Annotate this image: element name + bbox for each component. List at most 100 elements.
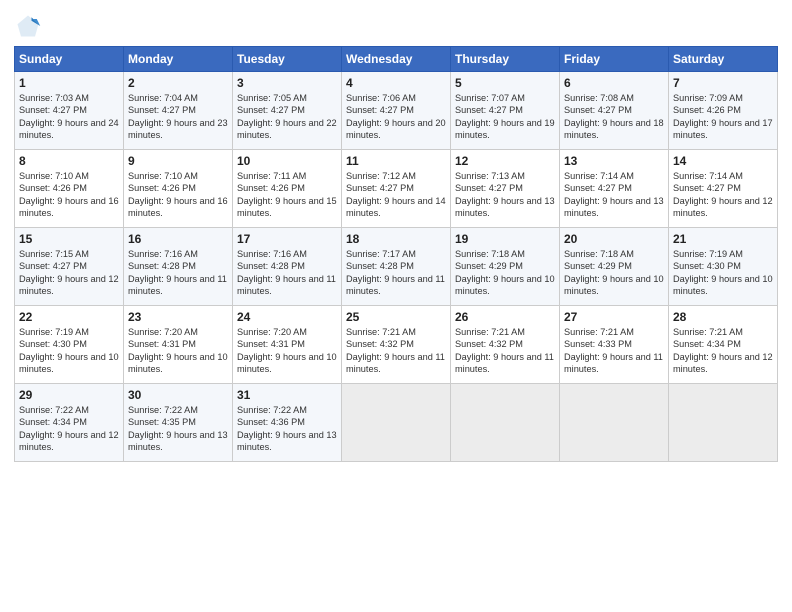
cell-info: Sunrise: 7:07 AMSunset: 4:27 PMDaylight:… (455, 93, 555, 140)
cell-info: Sunrise: 7:11 AMSunset: 4:26 PMDaylight:… (237, 171, 337, 218)
day-number: 8 (19, 154, 119, 168)
cell-info: Sunrise: 7:20 AMSunset: 4:31 PMDaylight:… (128, 327, 228, 374)
header-day-saturday: Saturday (669, 47, 778, 72)
day-number: 18 (346, 232, 446, 246)
day-number: 26 (455, 310, 555, 324)
header-day-thursday: Thursday (451, 47, 560, 72)
cell-info: Sunrise: 7:18 AMSunset: 4:29 PMDaylight:… (564, 249, 664, 296)
cell-info: Sunrise: 7:16 AMSunset: 4:28 PMDaylight:… (237, 249, 336, 296)
calendar-cell: 5 Sunrise: 7:07 AMSunset: 4:27 PMDaylight… (451, 72, 560, 150)
cell-info: Sunrise: 7:13 AMSunset: 4:27 PMDaylight:… (455, 171, 555, 218)
cell-info: Sunrise: 7:08 AMSunset: 4:27 PMDaylight:… (564, 93, 664, 140)
calendar-cell: 16 Sunrise: 7:16 AMSunset: 4:28 PMDayligh… (124, 228, 233, 306)
day-number: 3 (237, 76, 337, 90)
header-day-tuesday: Tuesday (233, 47, 342, 72)
day-number: 4 (346, 76, 446, 90)
cell-info: Sunrise: 7:21 AMSunset: 4:32 PMDaylight:… (346, 327, 445, 374)
calendar-cell: 9 Sunrise: 7:10 AMSunset: 4:26 PMDaylight… (124, 150, 233, 228)
cell-info: Sunrise: 7:18 AMSunset: 4:29 PMDaylight:… (455, 249, 555, 296)
calendar-cell: 4 Sunrise: 7:06 AMSunset: 4:27 PMDaylight… (342, 72, 451, 150)
calendar-cell: 6 Sunrise: 7:08 AMSunset: 4:27 PMDaylight… (560, 72, 669, 150)
day-number: 12 (455, 154, 555, 168)
day-number: 1 (19, 76, 119, 90)
calendar-cell: 12 Sunrise: 7:13 AMSunset: 4:27 PMDayligh… (451, 150, 560, 228)
cell-info: Sunrise: 7:14 AMSunset: 4:27 PMDaylight:… (673, 171, 773, 218)
day-number: 13 (564, 154, 664, 168)
calendar-cell: 7 Sunrise: 7:09 AMSunset: 4:26 PMDaylight… (669, 72, 778, 150)
day-number: 21 (673, 232, 773, 246)
cell-info: Sunrise: 7:15 AMSunset: 4:27 PMDaylight:… (19, 249, 119, 296)
calendar-cell: 23Sunrise: 7:20 AMSunset: 4:31 PMDayligh… (124, 306, 233, 384)
cell-info: Sunrise: 7:20 AMSunset: 4:31 PMDaylight:… (237, 327, 337, 374)
cell-info: Sunrise: 7:21 AMSunset: 4:33 PMDaylight:… (564, 327, 663, 374)
header-day-monday: Monday (124, 47, 233, 72)
calendar-cell: 14Sunrise: 7:14 AMSunset: 4:27 PMDayligh… (669, 150, 778, 228)
calendar-cell: 15 Sunrise: 7:15 AMSunset: 4:27 PMDayligh… (15, 228, 124, 306)
cell-info: Sunrise: 7:19 AMSunset: 4:30 PMDaylight:… (673, 249, 773, 296)
header-day-friday: Friday (560, 47, 669, 72)
cell-info: Sunrise: 7:14 AMSunset: 4:27 PMDaylight:… (564, 171, 664, 218)
day-number: 24 (237, 310, 337, 324)
cell-info: Sunrise: 7:22 AMSunset: 4:34 PMDaylight:… (19, 405, 119, 452)
calendar-cell: 20 Sunrise: 7:18 AMSunset: 4:29 PMDayligh… (560, 228, 669, 306)
day-number: 25 (346, 310, 446, 324)
calendar-cell: 13 Sunrise: 7:14 AMSunset: 4:27 PMDayligh… (560, 150, 669, 228)
cell-info: Sunrise: 7:12 AMSunset: 4:27 PMDaylight:… (346, 171, 446, 218)
cell-info: Sunrise: 7:10 AMSunset: 4:26 PMDaylight:… (128, 171, 228, 218)
cell-info: Sunrise: 7:04 AMSunset: 4:27 PMDaylight:… (128, 93, 228, 140)
cell-info: Sunrise: 7:22 AMSunset: 4:35 PMDaylight:… (128, 405, 228, 452)
day-number: 6 (564, 76, 664, 90)
day-number: 20 (564, 232, 664, 246)
calendar-cell: 25 Sunrise: 7:21 AMSunset: 4:32 PMDayligh… (342, 306, 451, 384)
day-number: 31 (237, 388, 337, 402)
calendar-cell (451, 384, 560, 462)
calendar-cell: 24 Sunrise: 7:20 AMSunset: 4:31 PMDayligh… (233, 306, 342, 384)
day-number: 15 (19, 232, 119, 246)
calendar-cell: 11Sunrise: 7:12 AMSunset: 4:27 PMDayligh… (342, 150, 451, 228)
calendar-cell: 1Sunrise: 7:03 AMSunset: 4:27 PMDaylight… (15, 72, 124, 150)
calendar-cell: 2 Sunrise: 7:04 AMSunset: 4:27 PMDaylight… (124, 72, 233, 150)
calendar-week-5: 29 Sunrise: 7:22 AMSunset: 4:34 PMDayligh… (15, 384, 778, 462)
cell-info: Sunrise: 7:21 AMSunset: 4:34 PMDaylight:… (673, 327, 773, 374)
calendar-week-3: 15 Sunrise: 7:15 AMSunset: 4:27 PMDayligh… (15, 228, 778, 306)
calendar-week-4: 22 Sunrise: 7:19 AMSunset: 4:30 PMDayligh… (15, 306, 778, 384)
cell-info: Sunrise: 7:22 AMSunset: 4:36 PMDaylight:… (237, 405, 337, 452)
day-number: 16 (128, 232, 228, 246)
calendar-week-2: 8 Sunrise: 7:10 AMSunset: 4:26 PMDaylight… (15, 150, 778, 228)
cell-info: Sunrise: 7:16 AMSunset: 4:28 PMDaylight:… (128, 249, 227, 296)
day-number: 10 (237, 154, 337, 168)
cell-info: Sunrise: 7:10 AMSunset: 4:26 PMDaylight:… (19, 171, 119, 218)
calendar-cell: 3Sunrise: 7:05 AMSunset: 4:27 PMDaylight… (233, 72, 342, 150)
calendar-cell (560, 384, 669, 462)
day-number: 7 (673, 76, 773, 90)
calendar-cell: 18 Sunrise: 7:17 AMSunset: 4:28 PMDayligh… (342, 228, 451, 306)
calendar-cell: 29 Sunrise: 7:22 AMSunset: 4:34 PMDayligh… (15, 384, 124, 462)
day-number: 28 (673, 310, 773, 324)
cell-info: Sunrise: 7:17 AMSunset: 4:28 PMDaylight:… (346, 249, 445, 296)
header-day-sunday: Sunday (15, 47, 124, 72)
calendar-cell: 19Sunrise: 7:18 AMSunset: 4:29 PMDayligh… (451, 228, 560, 306)
day-number: 2 (128, 76, 228, 90)
page-container: SundayMondayTuesdayWednesdayThursdayFrid… (0, 0, 792, 472)
day-number: 17 (237, 232, 337, 246)
calendar-cell: 17 Sunrise: 7:16 AMSunset: 4:28 PMDayligh… (233, 228, 342, 306)
calendar-cell: 21 Sunrise: 7:19 AMSunset: 4:30 PMDayligh… (669, 228, 778, 306)
calendar-table: SundayMondayTuesdayWednesdayThursdayFrid… (14, 46, 778, 462)
calendar-week-1: 1Sunrise: 7:03 AMSunset: 4:27 PMDaylight… (15, 72, 778, 150)
day-number: 29 (19, 388, 119, 402)
day-number: 22 (19, 310, 119, 324)
calendar-cell: 28 Sunrise: 7:21 AMSunset: 4:34 PMDayligh… (669, 306, 778, 384)
cell-info: Sunrise: 7:09 AMSunset: 4:26 PMDaylight:… (673, 93, 773, 140)
day-number: 9 (128, 154, 228, 168)
calendar-cell: 30Sunrise: 7:22 AMSunset: 4:35 PMDayligh… (124, 384, 233, 462)
cell-info: Sunrise: 7:06 AMSunset: 4:27 PMDaylight:… (346, 93, 446, 140)
cell-info: Sunrise: 7:19 AMSunset: 4:30 PMDaylight:… (19, 327, 119, 374)
header-day-wednesday: Wednesday (342, 47, 451, 72)
calendar-cell: 22 Sunrise: 7:19 AMSunset: 4:30 PMDayligh… (15, 306, 124, 384)
cell-info: Sunrise: 7:21 AMSunset: 4:32 PMDaylight:… (455, 327, 554, 374)
day-number: 27 (564, 310, 664, 324)
logo (14, 12, 46, 40)
day-number: 5 (455, 76, 555, 90)
calendar-cell (669, 384, 778, 462)
calendar-cell: 8 Sunrise: 7:10 AMSunset: 4:26 PMDaylight… (15, 150, 124, 228)
